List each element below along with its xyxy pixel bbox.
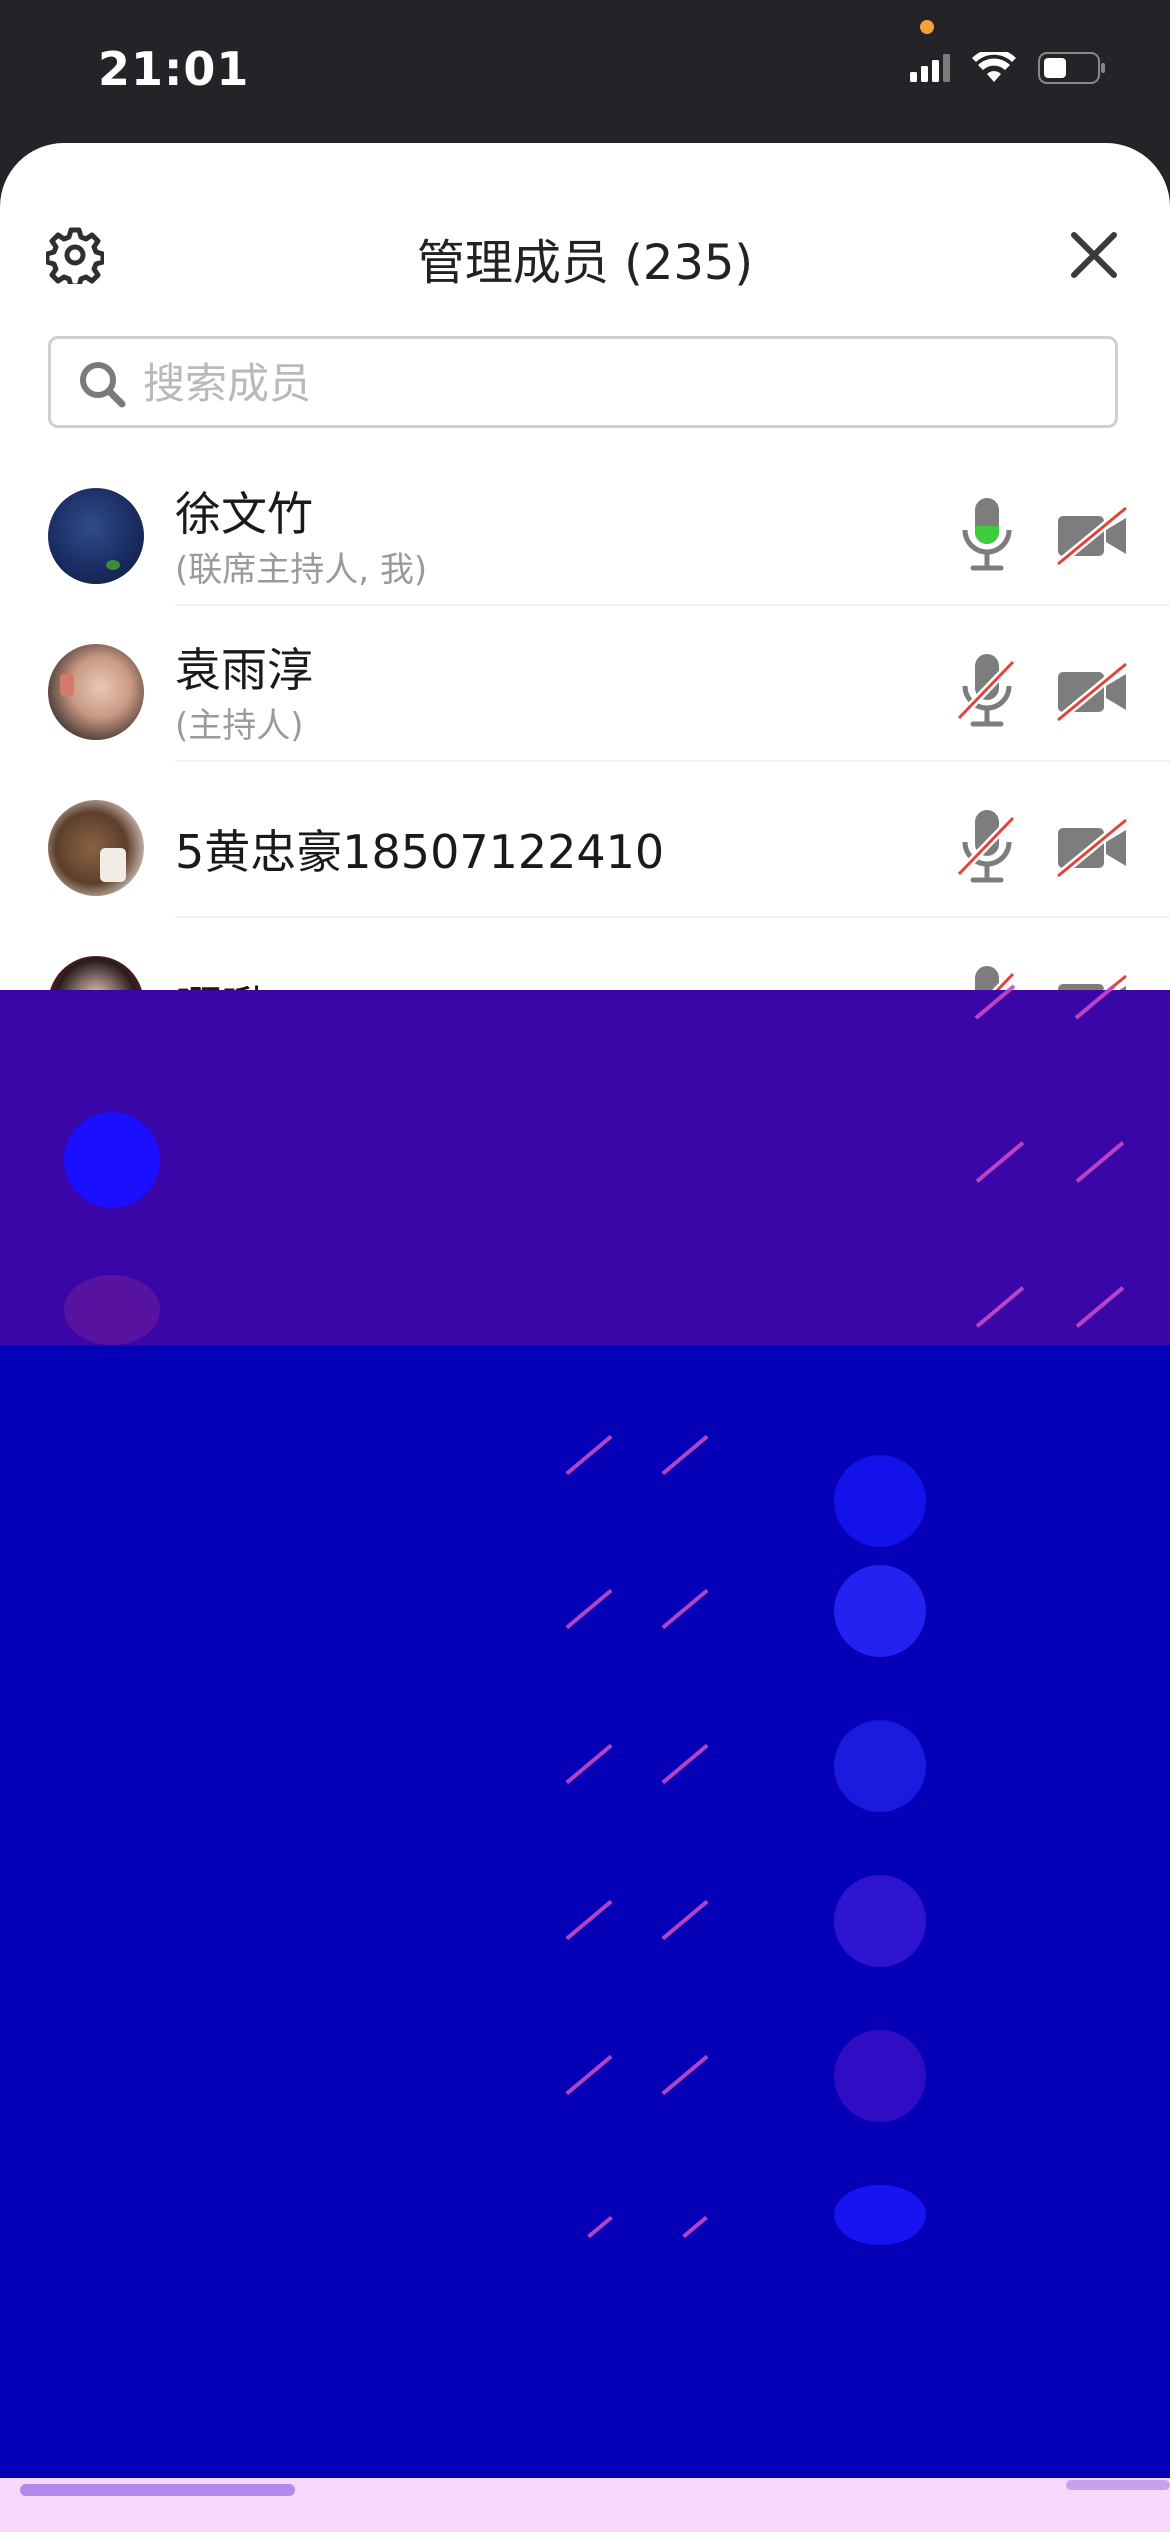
wifi-icon	[972, 52, 1016, 82]
status-bar: 21:01	[0, 0, 1170, 150]
member-row[interactable]: 徐文竹 (联席主持人, 我)	[0, 450, 1170, 606]
member-row[interactable]: 袁雨淳 (主持人)	[0, 606, 1170, 762]
microphone-on-icon[interactable]	[955, 496, 1019, 576]
search-icon	[80, 362, 126, 408]
glitch-overlay-blue	[0, 1345, 1170, 2480]
avatar	[48, 644, 144, 740]
member-name: 袁雨淳	[175, 643, 313, 697]
camera-off-icon[interactable]	[1056, 506, 1128, 566]
member-row[interactable]: 5黄忠豪18507122410	[0, 762, 1170, 918]
battery-icon	[1038, 52, 1105, 84]
sheet-header: 管理成员 (235)	[0, 143, 1170, 343]
avatar	[48, 488, 144, 584]
member-role: (联席主持人, 我)	[175, 550, 428, 590]
microphone-muted-icon[interactable]	[955, 652, 1019, 732]
close-icon[interactable]	[1068, 229, 1120, 281]
privacy-indicator-dot	[920, 20, 934, 34]
search-input[interactable]	[141, 339, 1095, 427]
member-name: 5黄忠豪18507122410	[175, 825, 665, 879]
sheet-title: 管理成员 (235)	[416, 235, 754, 291]
microphone-muted-icon[interactable]	[955, 808, 1019, 888]
camera-off-icon[interactable]	[1056, 818, 1128, 878]
camera-off-icon[interactable]	[1056, 662, 1128, 722]
cellular-signal-icon	[910, 54, 950, 82]
glitch-bottom-strip	[0, 2478, 1170, 2532]
member-role: (主持人)	[175, 706, 304, 746]
member-name: 徐文竹	[175, 487, 313, 541]
status-time: 21:01	[98, 42, 250, 96]
avatar	[48, 800, 144, 896]
glitch-overlay-purple	[0, 984, 1170, 1345]
search-box[interactable]	[48, 336, 1118, 428]
